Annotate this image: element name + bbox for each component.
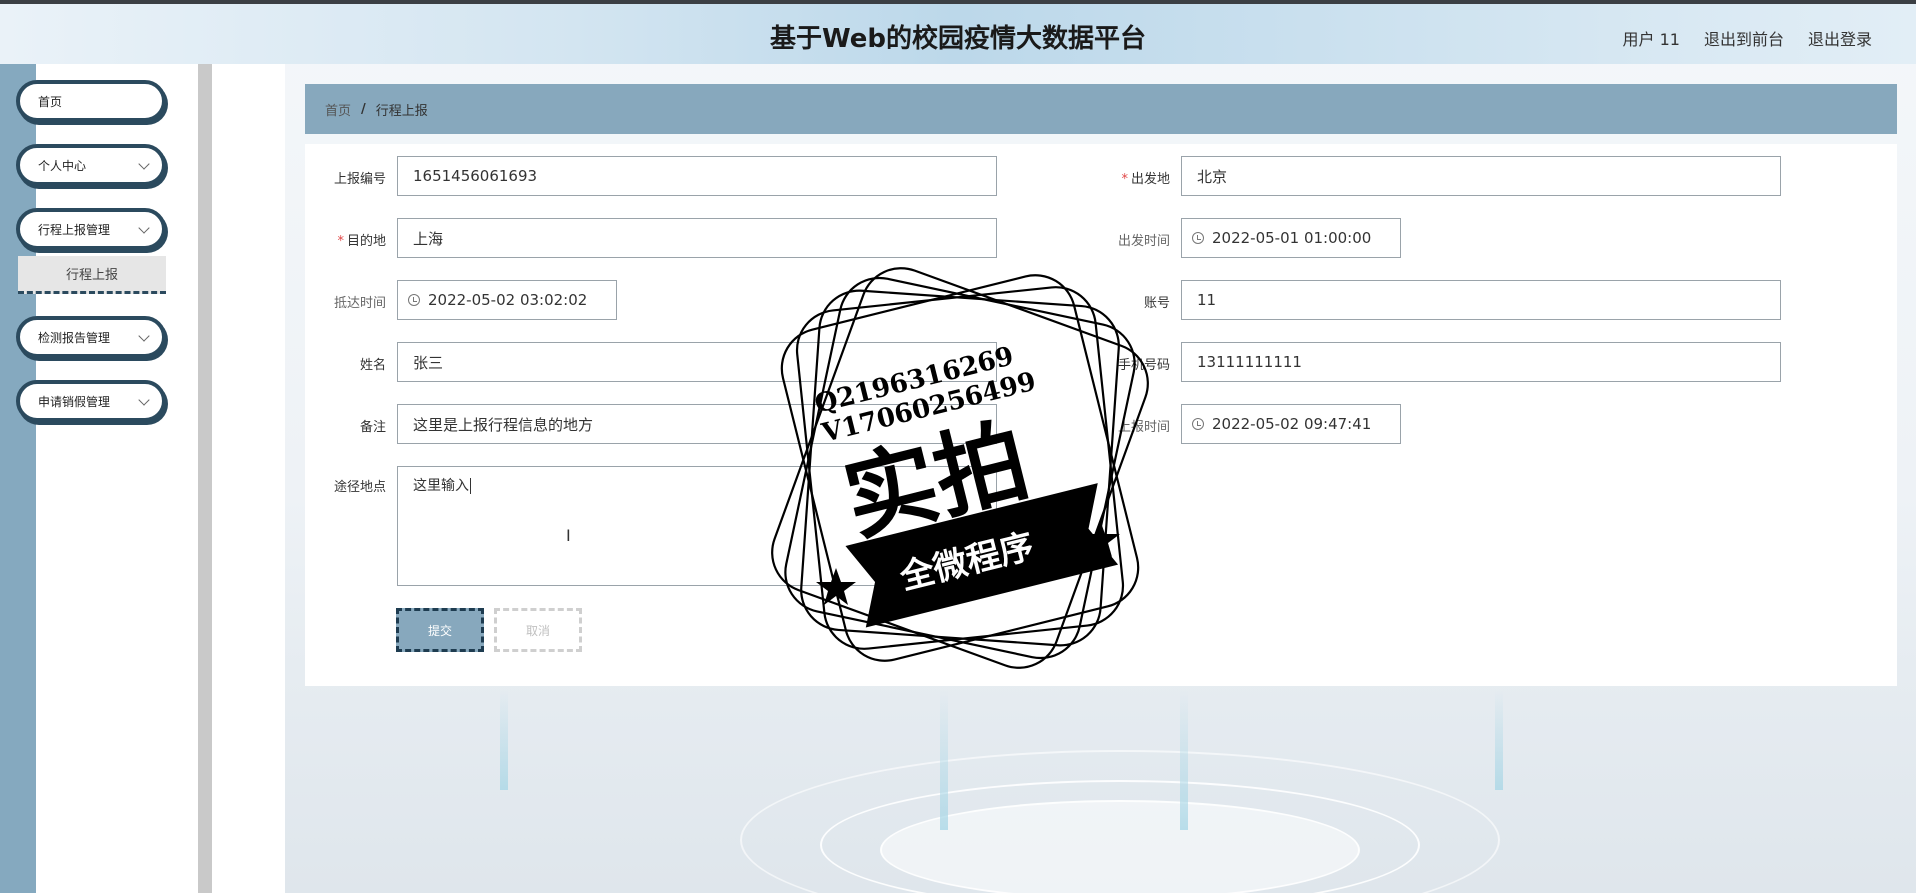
departure-input[interactable]: 北京: [1181, 156, 1781, 196]
breadcrumb: 首页 / 行程上报: [305, 84, 1897, 134]
depart-time-picker[interactable]: 2022-05-01 01:00:00: [1181, 218, 1401, 258]
user-links: 用户 11 退出到前台 退出登录: [1623, 26, 1872, 50]
submit-button[interactable]: 提交: [396, 608, 484, 652]
clock-icon: [1192, 232, 1204, 244]
sidebar-item-label: 检测报告管理: [38, 330, 111, 345]
back-to-front-link[interactable]: 退出到前台: [1704, 26, 1784, 50]
chevron-down-icon: [138, 330, 150, 342]
report-no-label: 上报编号: [333, 172, 386, 187]
sidebar-divider: [198, 64, 212, 893]
sidebar-subitem-trip-report[interactable]: 行程上报: [18, 256, 166, 294]
clock-icon: [408, 294, 420, 306]
sidebar-item-trip-report-management[interactable]: 行程上报管理: [16, 208, 166, 250]
sidebar-item-label: 行程上报管理: [38, 222, 111, 237]
top-bar: 基于Web的校园疫情大数据平台 用户 11 退出到前台 退出登录: [0, 0, 1916, 64]
phone-input[interactable]: 13111111111: [1181, 342, 1781, 382]
name-label: 姓名: [359, 358, 386, 373]
sidebar-item-label: 个人中心: [38, 158, 87, 173]
arrive-time-picker[interactable]: 2022-05-02 03:02:02: [397, 280, 617, 320]
cancel-button[interactable]: 取消: [494, 608, 582, 652]
watermark-stamp-graphic: Q2196316269 V17060256499 实拍 全微程序: [771, 267, 1149, 669]
breadcrumb-separator: /: [361, 101, 366, 117]
sidebar-item-personal-center[interactable]: 个人中心: [16, 144, 166, 186]
chevron-down-icon: [138, 158, 150, 170]
sidebar-item-leave-management[interactable]: 申请销假管理: [16, 380, 166, 422]
sidebar-item-label: 首页: [38, 94, 63, 109]
user-label: 用户 11: [1622, 30, 1680, 49]
sidebar-item-label: 申请销假管理: [38, 394, 111, 409]
watermark-stamp: Q2196316269 V17060256499 实拍 全微程序: [740, 258, 1180, 678]
departure-label: * 出发地: [1121, 172, 1170, 187]
breadcrumb-home[interactable]: 首页: [325, 100, 351, 119]
sidebar-item-test-report-management[interactable]: 检测报告管理: [16, 316, 166, 358]
destination-label: * 目的地: [337, 234, 386, 249]
chevron-down-icon: [138, 394, 150, 406]
report-time-picker[interactable]: 2022-05-02 09:47:41: [1181, 404, 1401, 444]
content-gutter: [212, 64, 285, 893]
breadcrumb-current: 行程上报: [375, 103, 428, 119]
depart-time-label: 出发时间: [1117, 234, 1170, 249]
arrive-time-label: 抵达时间: [333, 296, 386, 311]
account-input[interactable]: 11: [1181, 280, 1781, 320]
text-cursor-icon: I: [566, 526, 571, 545]
via-label: 途径地点: [333, 480, 386, 495]
sidebar-strip: [0, 64, 36, 893]
destination-input[interactable]: 上海: [397, 218, 997, 258]
clock-icon: [1192, 418, 1204, 430]
logout-link[interactable]: 退出登录: [1808, 26, 1872, 50]
sidebar-item-home[interactable]: 首页: [16, 80, 166, 122]
remark-label: 备注: [359, 420, 386, 435]
sidebar-subitem-label: 行程上报: [65, 268, 118, 283]
chevron-down-icon: [138, 222, 150, 234]
report-no-input[interactable]: 1651456061693: [397, 156, 997, 196]
